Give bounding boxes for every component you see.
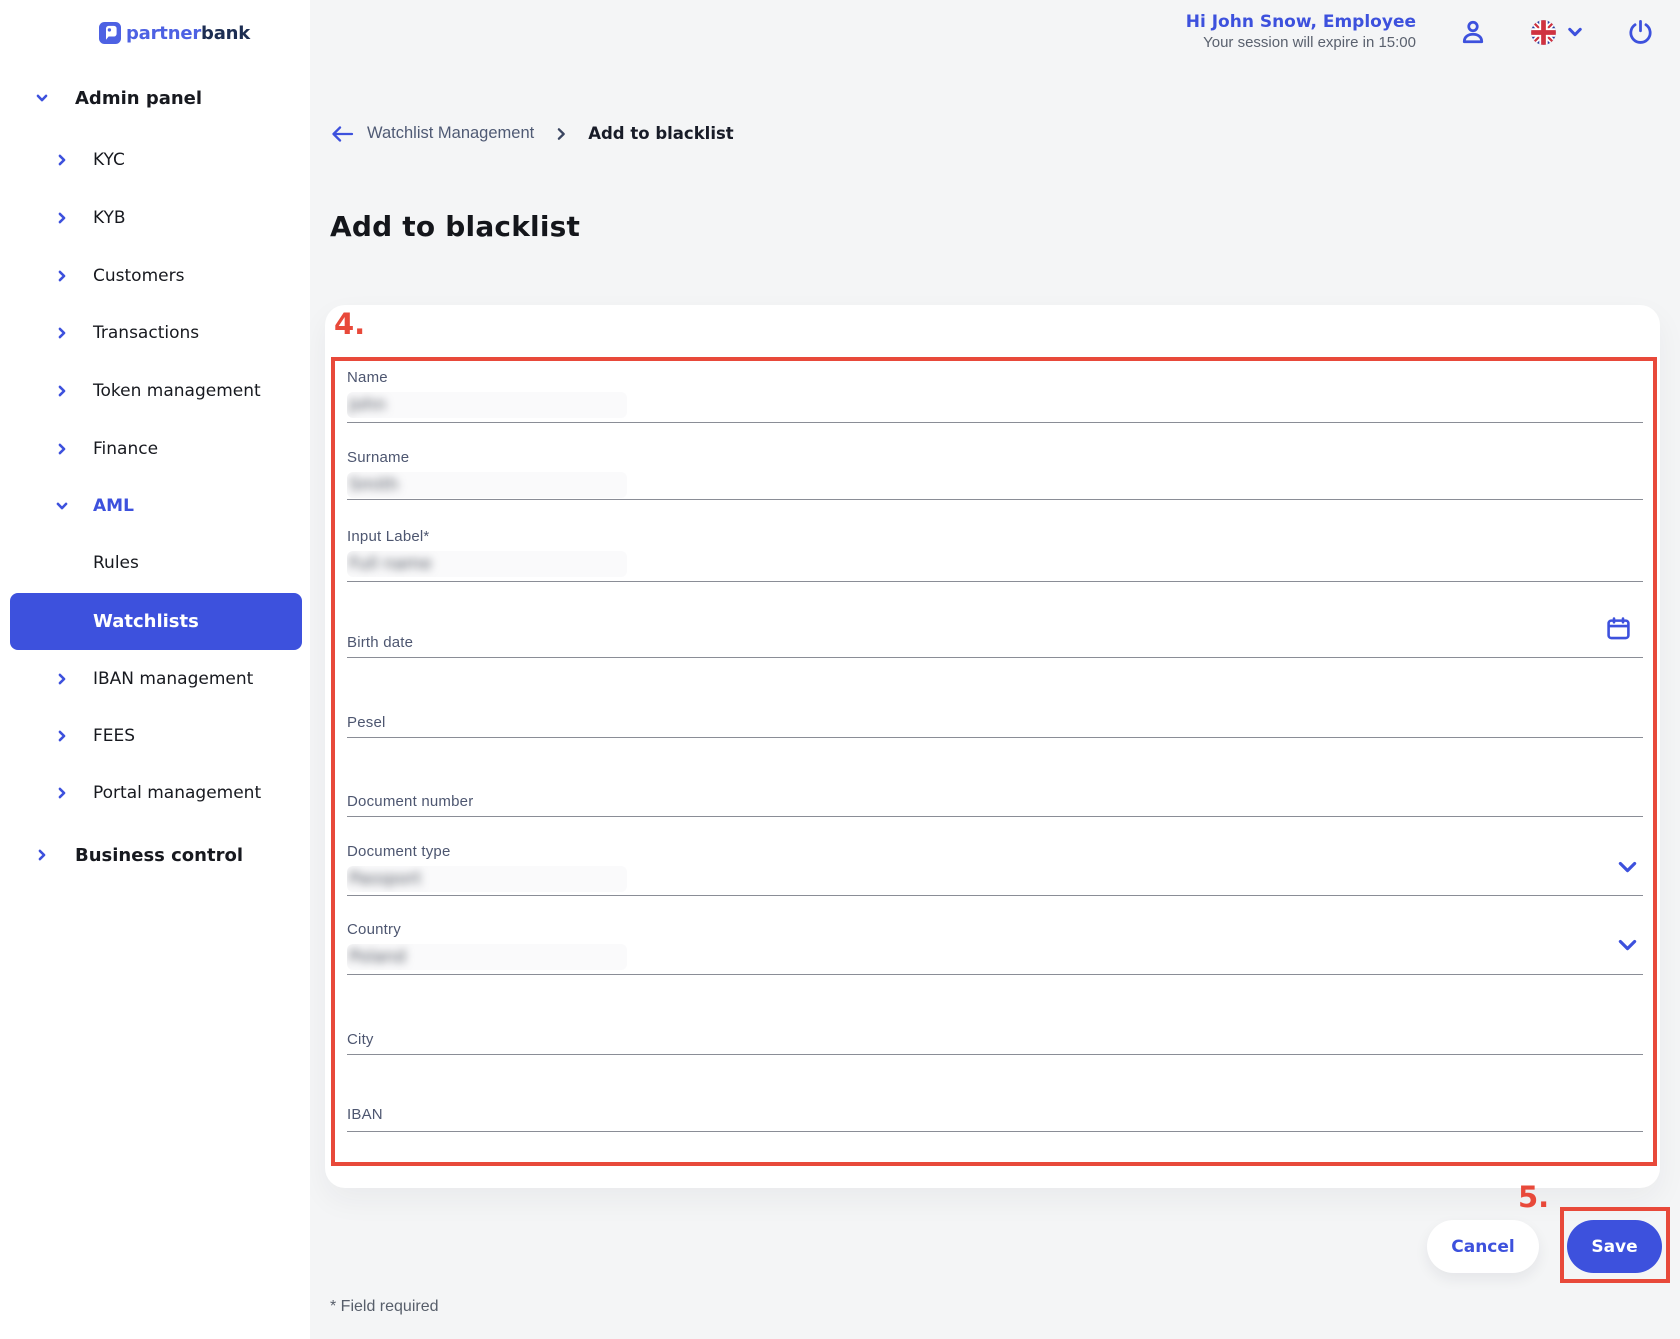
cancel-button[interactable]: Cancel bbox=[1427, 1220, 1539, 1273]
sidebar: partnerbank Admin panel KYC KYB Customer… bbox=[0, 0, 310, 1339]
field-label: Pesel bbox=[347, 713, 1643, 733]
blurred-value: Passport bbox=[347, 866, 627, 892]
field-label: Birth date bbox=[347, 633, 1643, 653]
breadcrumb: Watchlist Management Add to blacklist bbox=[330, 124, 734, 143]
sidebar-item-finance[interactable]: Finance bbox=[55, 437, 158, 461]
chevron-right-icon bbox=[55, 326, 69, 340]
sidebar-item-label: IBAN management bbox=[93, 669, 253, 689]
document-type-select[interactable]: Document type Passport bbox=[347, 842, 1643, 896]
city-field[interactable]: City bbox=[347, 1030, 1643, 1055]
blurred-value: Poland bbox=[347, 944, 627, 970]
sidebar-item-label: Business control bbox=[75, 845, 243, 866]
sidebar-item-business-control[interactable]: Business control bbox=[35, 843, 243, 867]
user-info: Hi John Snow, Employee Your session will… bbox=[1186, 11, 1416, 53]
blurred-value: John bbox=[347, 392, 627, 418]
name-field[interactable]: Name John bbox=[347, 368, 1643, 423]
chevron-right-icon bbox=[55, 153, 69, 167]
pesel-field[interactable]: Pesel bbox=[347, 713, 1643, 738]
save-button[interactable]: Save bbox=[1567, 1220, 1662, 1273]
sidebar-item-label: Watchlists bbox=[93, 611, 199, 632]
chevron-down-icon bbox=[55, 499, 69, 513]
uk-flag-icon bbox=[1530, 19, 1557, 46]
sidebar-item-kyc[interactable]: KYC bbox=[55, 148, 125, 172]
breadcrumb-parent-link[interactable]: Watchlist Management bbox=[367, 124, 534, 143]
surname-field[interactable]: Surname Smith bbox=[347, 448, 1643, 500]
partnerbank-logo-icon bbox=[99, 22, 121, 44]
page-title: Add to blacklist bbox=[330, 210, 580, 243]
chevron-right-icon bbox=[55, 211, 69, 225]
sidebar-item-label: Token management bbox=[93, 381, 261, 401]
chevron-down-icon bbox=[1566, 23, 1584, 41]
sidebar-item-kyb[interactable]: KYB bbox=[55, 206, 126, 230]
user-icon[interactable] bbox=[1458, 17, 1488, 47]
chevron-right-icon bbox=[55, 786, 69, 800]
annotation-step-5: 5. bbox=[1518, 1180, 1549, 1214]
sidebar-item-label: Finance bbox=[93, 439, 158, 459]
sidebar-item-token-management[interactable]: Token management bbox=[55, 379, 261, 403]
chevron-right-icon bbox=[554, 127, 568, 141]
session-expiry-note: Your session will expire in 15:00 bbox=[1186, 33, 1416, 53]
field-required-note: * Field required bbox=[330, 1298, 439, 1316]
chevron-down-icon[interactable] bbox=[1618, 938, 1637, 953]
sidebar-item-label: Transactions bbox=[93, 323, 199, 343]
chevron-right-icon bbox=[55, 384, 69, 398]
sidebar-item-label: Customers bbox=[93, 266, 184, 286]
brand-logo: partnerbank bbox=[99, 22, 250, 44]
power-icon[interactable] bbox=[1626, 18, 1655, 47]
iban-field[interactable]: IBAN bbox=[347, 1105, 1643, 1132]
input-label-field[interactable]: Input Label* Full name bbox=[347, 527, 1643, 582]
chevron-right-icon bbox=[55, 442, 69, 456]
top-bar: Hi John Snow, Employee Your session will… bbox=[1186, 11, 1655, 53]
field-label: Surname bbox=[347, 448, 1643, 468]
document-number-field[interactable]: Document number bbox=[347, 792, 1643, 817]
field-label: City bbox=[347, 1030, 1643, 1050]
user-greeting: Hi John Snow, Employee bbox=[1186, 11, 1416, 33]
sidebar-item-iban-management[interactable]: IBAN management bbox=[55, 667, 253, 691]
sidebar-item-watchlists[interactable]: Watchlists bbox=[10, 593, 302, 650]
chevron-right-icon bbox=[55, 672, 69, 686]
sidebar-item-portal-management[interactable]: Portal management bbox=[55, 781, 261, 805]
sidebar-item-admin-panel[interactable]: Admin panel bbox=[35, 86, 202, 110]
annotation-box-form: Name John Surname Smith Input Label* Ful… bbox=[331, 357, 1657, 1166]
sidebar-item-transactions[interactable]: Transactions bbox=[55, 321, 199, 345]
field-label: Document number bbox=[347, 792, 1643, 812]
sidebar-item-label: KYC bbox=[93, 150, 125, 170]
sidebar-item-aml[interactable]: AML bbox=[55, 494, 134, 518]
chevron-right-icon bbox=[55, 269, 69, 283]
arrow-left-icon[interactable] bbox=[330, 125, 354, 143]
sidebar-item-label: Admin panel bbox=[75, 88, 202, 109]
field-label: Input Label* bbox=[347, 527, 1643, 547]
chevron-down-icon bbox=[35, 91, 49, 105]
blurred-value: Full name bbox=[347, 551, 627, 577]
language-selector[interactable] bbox=[1530, 19, 1584, 46]
sidebar-item-fees[interactable]: FEES bbox=[55, 724, 135, 748]
chevron-right-icon bbox=[55, 729, 69, 743]
chevron-down-icon[interactable] bbox=[1618, 860, 1637, 875]
field-label: Document type bbox=[347, 842, 1643, 862]
country-select[interactable]: Country Poland bbox=[347, 920, 1643, 975]
sidebar-item-customers[interactable]: Customers bbox=[55, 264, 184, 288]
chevron-right-icon bbox=[35, 848, 49, 862]
breadcrumb-current: Add to blacklist bbox=[588, 124, 733, 143]
sidebar-item-label: Portal management bbox=[93, 783, 261, 803]
field-label: Country bbox=[347, 920, 1643, 940]
field-label: Name bbox=[347, 368, 1643, 388]
brand-name: partnerbank bbox=[126, 23, 250, 44]
birth-date-field[interactable]: Birth date bbox=[347, 633, 1643, 658]
blacklist-form-card: 4. Name John Surname Smith Input Label* … bbox=[325, 305, 1660, 1188]
annotation-step-4: 4. bbox=[334, 307, 365, 341]
sidebar-item-label: AML bbox=[93, 496, 134, 516]
sidebar-item-label: FEES bbox=[93, 726, 135, 746]
sidebar-item-label: Rules bbox=[93, 553, 139, 573]
sidebar-item-rules[interactable]: Rules bbox=[93, 551, 139, 575]
field-label: IBAN bbox=[347, 1105, 1643, 1125]
blurred-value: Smith bbox=[347, 472, 627, 498]
calendar-icon[interactable] bbox=[1605, 615, 1632, 642]
sidebar-item-label: KYB bbox=[93, 208, 126, 228]
